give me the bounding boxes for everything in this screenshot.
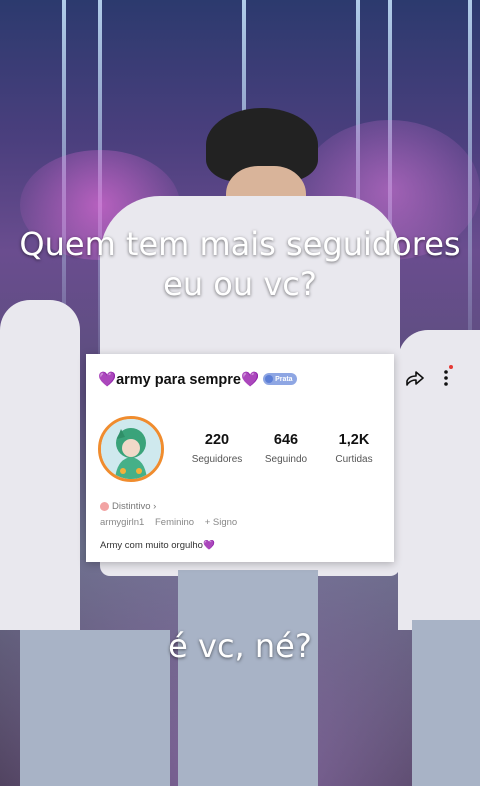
likes-count: 1,2K [338, 432, 370, 448]
heart-icon: 💜 [202, 540, 215, 551]
profile-gender: Feminino [155, 517, 195, 528]
likes-label: Curtidas [335, 454, 373, 465]
profile-bio: Army com muito orgulho💜 [100, 540, 215, 551]
notification-dot [449, 365, 453, 369]
avatar-image [101, 419, 161, 479]
followers-label: Seguidores [191, 454, 243, 465]
following-label: Seguindo [264, 454, 308, 465]
share-button[interactable] [404, 368, 426, 395]
profile-username: 💜army para sempre💜 [98, 371, 259, 388]
profile-handle: armygirln1 [100, 517, 145, 528]
heart-icon: 💜 [241, 371, 260, 388]
distintivo-link[interactable]: Distintivo › [100, 501, 156, 512]
stat-likes[interactable]: 1,2K Curtidas [324, 432, 384, 465]
share-arrow-icon [406, 371, 424, 386]
add-sign-button[interactable]: + Signo [205, 517, 238, 528]
following-count: 646 [273, 432, 299, 448]
profile-meta: armygirln1 Feminino + Signo [100, 517, 245, 528]
more-options-button[interactable] [442, 365, 453, 394]
username-text: army para sempre [116, 371, 241, 388]
bio-text: Army com muito orgulho [100, 540, 203, 551]
badge-label: Prata [275, 375, 293, 383]
caption-answer: é vc, né? [168, 627, 312, 665]
distintivo-label: Distintivo › [112, 501, 157, 512]
heart-icon: 💜 [98, 371, 117, 388]
more-vertical-icon [444, 370, 448, 386]
distintivo-icon [100, 502, 109, 511]
badge-medal-icon [265, 375, 274, 383]
profile-header: 💜army para sempre💜 Prata [98, 368, 382, 390]
stat-followers[interactable]: 220 Seguidores [187, 432, 247, 465]
profile-card: 💜army para sempre💜 Prata 220 Seguidores … [86, 354, 453, 562]
level-badge: Prata [263, 373, 297, 385]
stat-following[interactable]: 646 Seguindo [256, 432, 316, 465]
avatar[interactable] [98, 416, 164, 482]
followers-count: 220 [204, 432, 230, 448]
caption-question: Quem tem mais seguidores eu ou vc? [19, 225, 461, 303]
